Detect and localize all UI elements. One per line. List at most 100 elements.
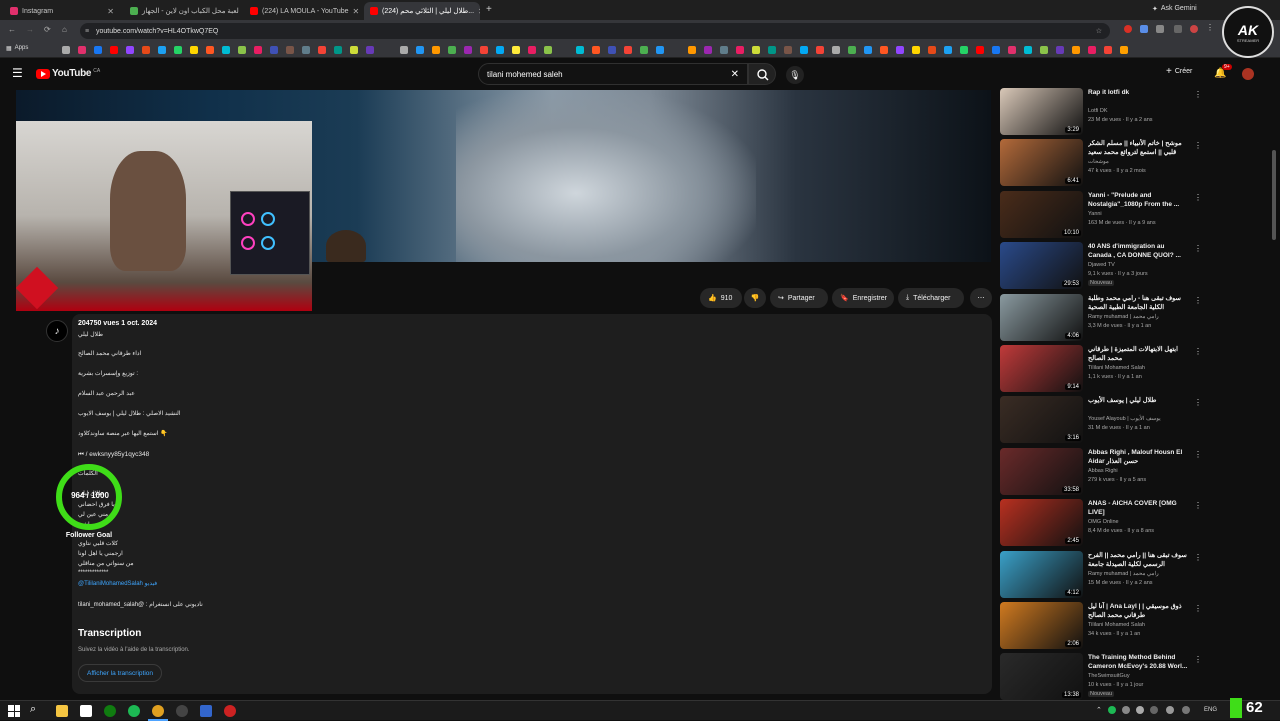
video-title[interactable]: سوف تبقى هنا || رامي محمد || الفرح الرسم… — [1088, 551, 1188, 569]
bookmark-star-icon[interactable]: ☆ — [1096, 27, 1102, 35]
video-menu-icon[interactable]: ⋮ — [1194, 90, 1202, 99]
channel-avatar[interactable]: ♪ — [46, 320, 68, 342]
bookmark-icon[interactable] — [1120, 46, 1128, 54]
video-menu-icon[interactable]: ⋮ — [1194, 141, 1202, 150]
bookmark-icon[interactable] — [302, 46, 310, 54]
video-thumbnail[interactable]: 10:10 — [1000, 191, 1083, 238]
bookmark-icon[interactable] — [1040, 46, 1048, 54]
bookmark-icon[interactable] — [1008, 46, 1016, 54]
channel-name[interactable]: Djawed TV — [1088, 262, 1115, 268]
chrome-icon[interactable] — [152, 705, 164, 717]
page-scrollbar[interactable] — [1272, 150, 1276, 240]
video-title[interactable]: Rap it lotfi dk — [1088, 88, 1188, 97]
bookmark-icon[interactable] — [238, 46, 246, 54]
bookmark-icon[interactable] — [928, 46, 936, 54]
ask-gemini-button[interactable]: ✦ Ask Gemini — [1152, 5, 1197, 13]
bookmark-icon[interactable] — [768, 46, 776, 54]
close-icon[interactable]: ✕ — [353, 7, 360, 16]
sidepanel-icon[interactable] — [1174, 25, 1182, 33]
video-menu-icon[interactable]: ⋮ — [1194, 553, 1202, 562]
tray-icon[interactable] — [1136, 706, 1144, 714]
recommendation-item[interactable]: 10:10 Yanni - "Prelude and Nostalgia"_108… — [1000, 191, 1205, 239]
bookmark-icon[interactable] — [142, 46, 150, 54]
video-thumbnail[interactable]: 33:58 — [1000, 448, 1083, 495]
video-thumbnail[interactable]: 4:12 — [1000, 551, 1083, 598]
channel-name[interactable]: Tililani Mohamed Salah — [1088, 365, 1145, 371]
bookmark-icon[interactable] — [206, 46, 214, 54]
bookmark-icon[interactable] — [126, 46, 134, 54]
bookmark-icon[interactable] — [896, 46, 904, 54]
profile-avatar[interactable] — [1190, 25, 1198, 33]
bookmark-icon[interactable] — [880, 46, 888, 54]
site-info-icon[interactable]: ≡ — [85, 28, 89, 35]
bookmark-icon[interactable] — [608, 46, 616, 54]
tray-icon[interactable] — [1122, 706, 1130, 714]
like-button[interactable]: 👍 910 — [700, 288, 742, 308]
spotify-icon[interactable] — [128, 705, 140, 717]
bookmark-icon[interactable] — [94, 46, 102, 54]
bookmark-icon[interactable] — [720, 46, 728, 54]
tray-icon[interactable] — [1182, 706, 1190, 714]
account-avatar[interactable] — [1242, 68, 1254, 80]
bookmark-icon[interactable] — [800, 46, 808, 54]
bookmark-icon[interactable] — [848, 46, 856, 54]
video-title[interactable]: 40 ANS d'immigration au Canada , CA DONN… — [1088, 242, 1188, 260]
video-thumbnail[interactable]: 4:06 — [1000, 294, 1083, 341]
close-icon[interactable]: ✕ — [478, 7, 480, 16]
bookmark-icon[interactable] — [400, 46, 408, 54]
bookmark-icon[interactable] — [432, 46, 440, 54]
bookmark-icon[interactable] — [110, 46, 118, 54]
video-menu-icon[interactable]: ⋮ — [1194, 193, 1202, 202]
video-thumbnail[interactable]: 9:14 — [1000, 345, 1083, 392]
bookmark-icon[interactable] — [992, 46, 1000, 54]
bookmark-icon[interactable] — [190, 46, 198, 54]
recommendation-item[interactable]: 33:58 Abbas Righi , Malouf Housn El Aidar… — [1000, 448, 1205, 496]
bookmark-icon[interactable] — [270, 46, 278, 54]
bookmark-icon[interactable] — [254, 46, 262, 54]
bookmark-icon[interactable] — [640, 46, 648, 54]
bookmark-icon[interactable] — [496, 46, 504, 54]
bookmark-icon[interactable] — [1088, 46, 1096, 54]
tray-icon[interactable] — [1108, 706, 1116, 714]
bookmark-icon[interactable] — [62, 46, 70, 54]
back-icon[interactable]: ← — [8, 25, 16, 34]
bookmark-icon[interactable] — [784, 46, 792, 54]
bookmark-icon[interactable] — [366, 46, 374, 54]
tray-icon[interactable] — [1166, 706, 1174, 714]
bookmark-icon[interactable] — [1104, 46, 1112, 54]
channel-mention-link[interactable]: @TililaniMohamedSalah فيديو — [78, 580, 157, 587]
video-thumbnail[interactable]: 3:16 — [1000, 396, 1083, 443]
video-menu-icon[interactable]: ⋮ — [1194, 244, 1202, 253]
channel-name[interactable]: Ramy muhamad | رامي محمد — [1088, 571, 1159, 577]
channel-name[interactable]: Lotfi DK — [1088, 108, 1108, 114]
video-menu-icon[interactable]: ⋮ — [1194, 450, 1202, 459]
bookmark-icon[interactable] — [158, 46, 166, 54]
recommendation-item[interactable]: 13:38 The Training Method Behind Cameron … — [1000, 653, 1205, 701]
extension-icon[interactable] — [1140, 25, 1148, 33]
bookmark-icon[interactable] — [912, 46, 920, 54]
file-explorer-icon[interactable] — [56, 705, 68, 717]
tab-youtube-moula[interactable]: (224) LA MOULA - YouTube ✕ — [244, 2, 360, 20]
hamburger-menu-icon[interactable]: ☰ — [12, 66, 23, 80]
video-thumbnail[interactable]: 6:41 — [1000, 139, 1083, 186]
bookmark-icon[interactable] — [528, 46, 536, 54]
bookmark-icon[interactable] — [350, 46, 358, 54]
more-actions-button[interactable]: ⋯ — [970, 288, 992, 308]
video-title[interactable]: سوف تبقى هنا - رامي محمد وطلبة الكلية ال… — [1088, 294, 1188, 312]
bookmark-icon[interactable] — [318, 46, 326, 54]
show-transcript-button[interactable]: Afficher la transcription — [78, 664, 162, 682]
recommendation-item[interactable]: 3:16 طلال ليلي | يوسف الأيوب Yousef Alayou… — [1000, 396, 1205, 444]
tab-instagram[interactable]: Instagram ✕ — [4, 2, 120, 20]
video-title[interactable]: موشح | خاتم الأنبياء || مسلم الشكر قلبي … — [1088, 139, 1188, 157]
video-menu-icon[interactable]: ⋮ — [1194, 604, 1202, 613]
channel-name[interactable]: موشحات — [1088, 159, 1109, 165]
url-field[interactable]: ≡ youtube.com/watch?v=HL4OTkwQ7EQ ☆ — [80, 23, 1110, 39]
create-button[interactable]: + Créer — [1166, 66, 1192, 77]
bookmark-icon[interactable] — [832, 46, 840, 54]
recommendation-item[interactable]: 3:29 Rap it lotfi dk Lotfi DK 23 M de vues … — [1000, 88, 1205, 136]
bookmark-icon[interactable] — [688, 46, 696, 54]
channel-name[interactable]: TheSwimsuitGuy — [1088, 673, 1130, 679]
soundcloud-link[interactable]: ⏮ / ewksnyy85y1qyc348 — [78, 451, 149, 459]
bookmark-icon[interactable] — [334, 46, 342, 54]
channel-name[interactable]: Yousef Alayoub | يوسف الأيوب — [1088, 416, 1161, 422]
